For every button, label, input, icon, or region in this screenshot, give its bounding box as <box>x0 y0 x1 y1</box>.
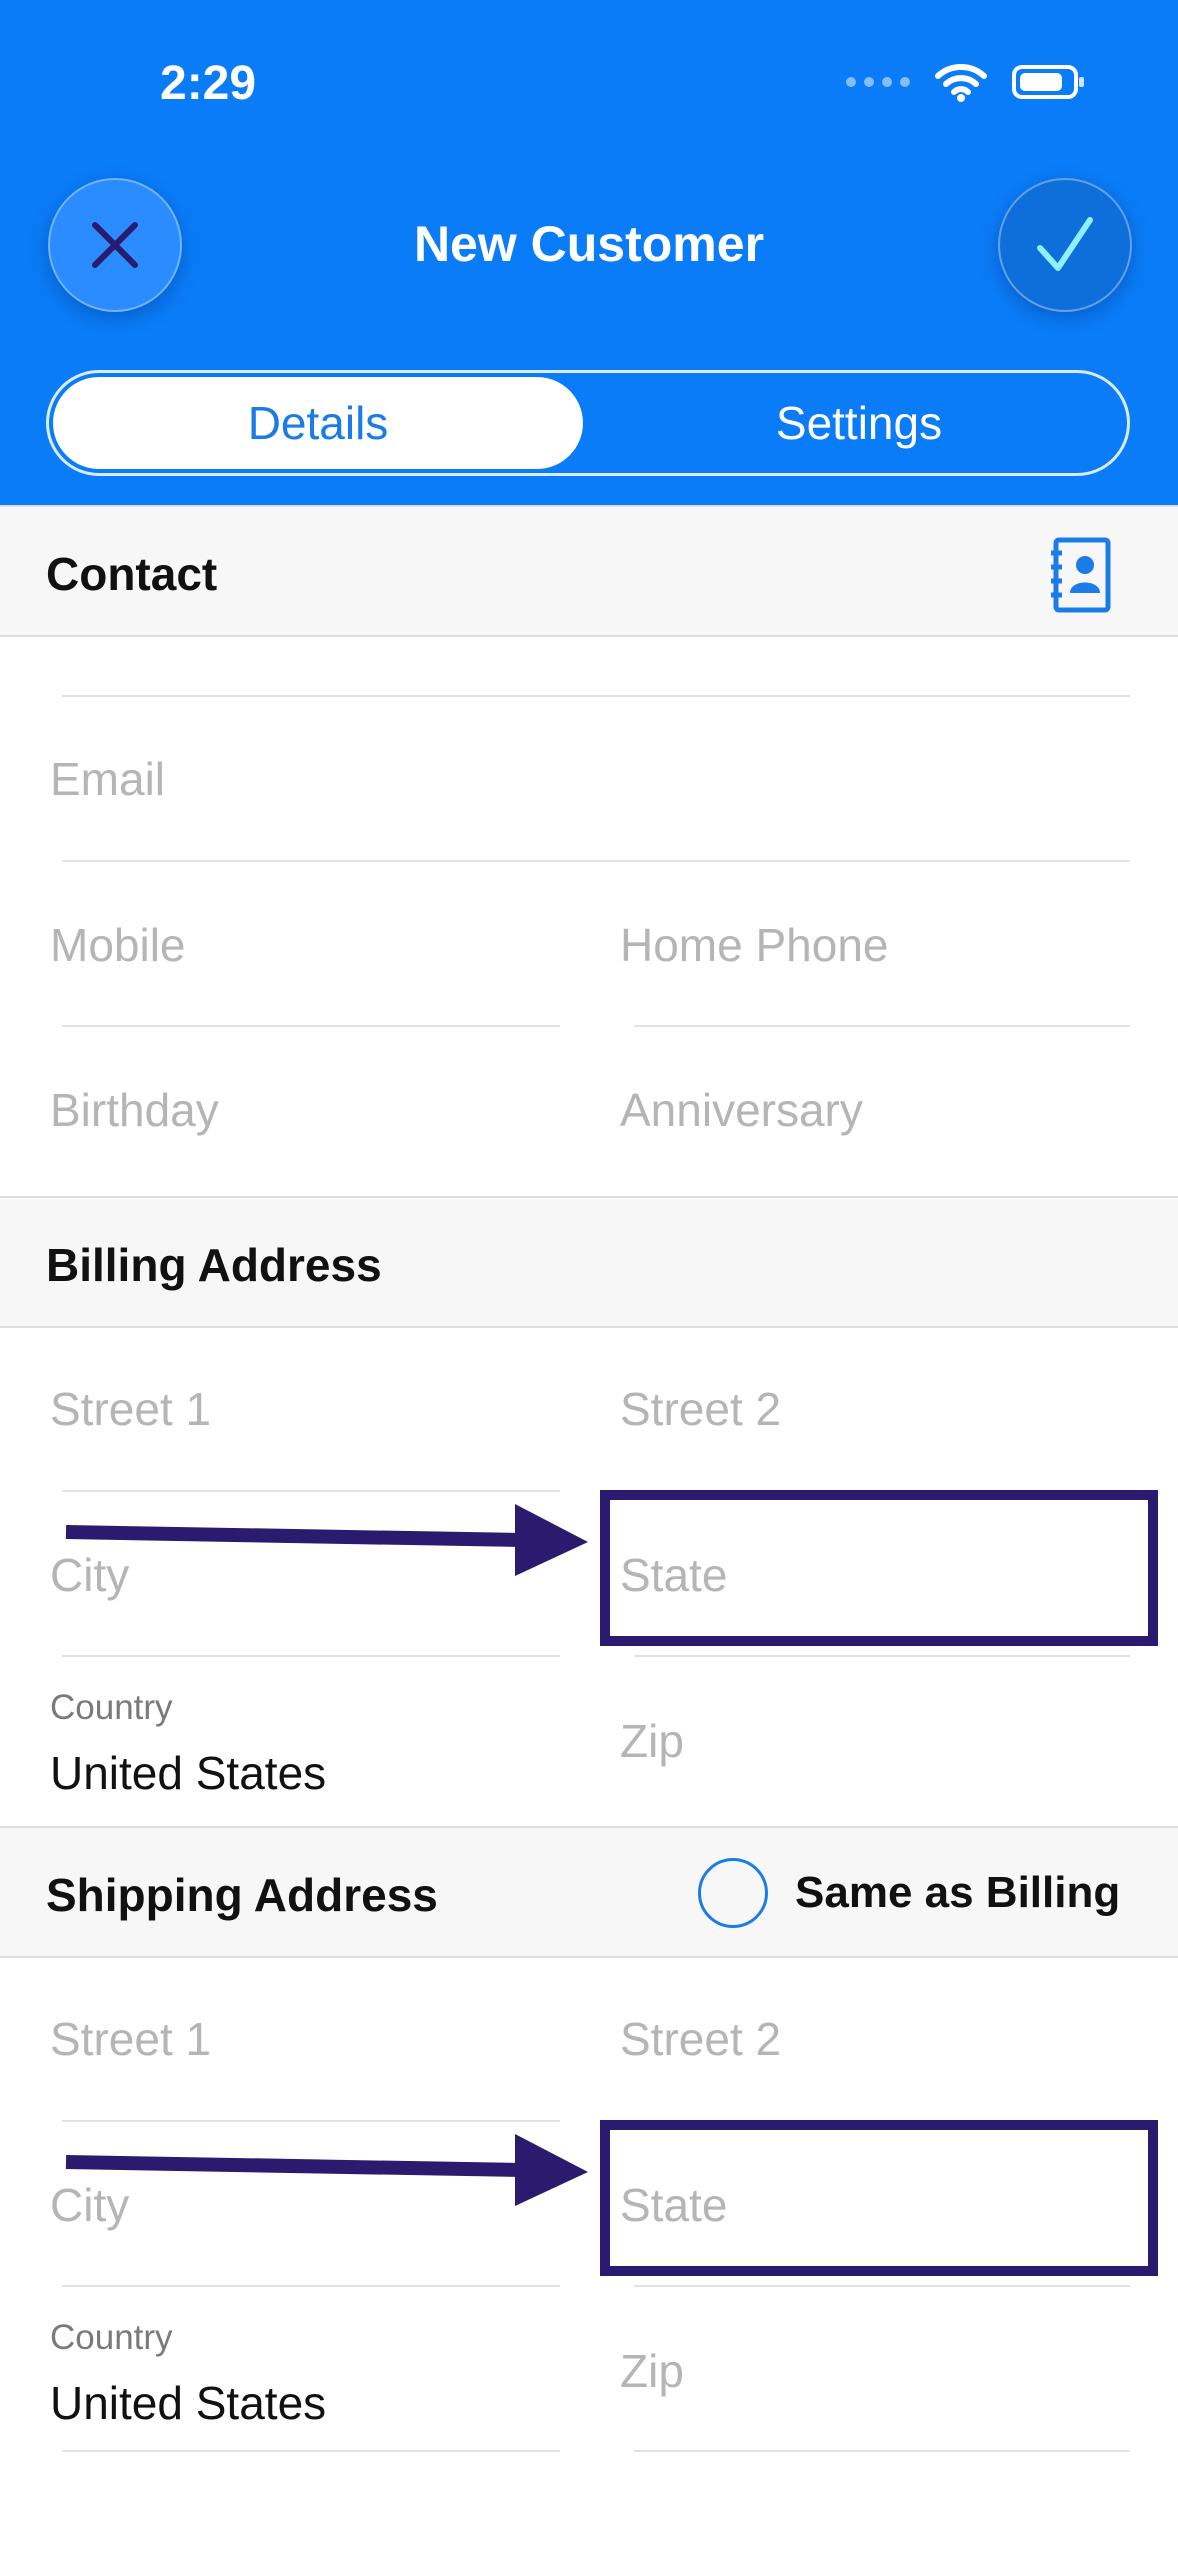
mobile-field[interactable]: Mobile <box>50 918 186 972</box>
signal-dots-icon <box>846 77 910 87</box>
shipping-section-header: Shipping Address Same as Billing <box>0 1826 1178 1958</box>
field-divider <box>62 2450 560 2452</box>
shipping-street1-field[interactable]: Street 1 <box>50 2012 211 2066</box>
shipping-zip-field[interactable]: Zip <box>620 2344 684 2398</box>
app-header: 2:29 New Customer Details Settings <box>0 0 1178 505</box>
same-as-billing-radio[interactable] <box>698 1858 768 1928</box>
billing-zip-field[interactable]: Zip <box>620 1714 684 1768</box>
annotation-box <box>600 2120 1158 2276</box>
shipping-section-title: Shipping Address <box>46 1869 438 1921</box>
home-phone-field[interactable]: Home Phone <box>620 918 889 972</box>
tab-settings[interactable]: Settings <box>589 373 1129 473</box>
field-divider <box>634 2285 1130 2287</box>
status-time: 2:29 <box>160 57 257 110</box>
field-divider <box>634 1025 1130 1027</box>
same-as-billing-label[interactable]: Same as Billing <box>795 1868 1120 1918</box>
field-divider <box>62 1490 560 1492</box>
field-divider <box>62 2285 560 2287</box>
anniversary-field[interactable]: Anniversary <box>620 1083 863 1137</box>
checkmark-icon <box>1037 217 1093 271</box>
annotation-box <box>600 1490 1158 1646</box>
billing-country-label: Country <box>50 1688 173 1727</box>
field-divider <box>62 2120 560 2122</box>
annotation-arrow-icon <box>65 1504 588 1576</box>
billing-section-title: Billing Address <box>46 1239 382 1291</box>
field-divider <box>62 1655 560 1657</box>
field-divider <box>62 1025 560 1027</box>
status-icons <box>846 62 1084 102</box>
contact-section-header: Contact <box>0 505 1178 637</box>
email-field[interactable]: Email <box>50 752 165 806</box>
shipping-country-label: Country <box>50 2318 173 2357</box>
field-divider <box>634 1655 1130 1657</box>
shipping-country-value[interactable]: United States <box>50 2376 326 2430</box>
field-divider <box>634 2450 1130 2452</box>
save-button[interactable] <box>998 178 1132 312</box>
billing-street1-field[interactable]: Street 1 <box>50 1382 211 1436</box>
shipping-street2-field[interactable]: Street 2 <box>620 2012 781 2066</box>
contact-section-title: Contact <box>46 548 218 600</box>
birthday-field[interactable]: Birthday <box>50 1083 219 1137</box>
billing-section-header: Billing Address <box>0 1196 1178 1328</box>
wifi-icon <box>935 64 987 102</box>
annotation-arrow-icon <box>65 2134 588 2206</box>
field-divider <box>62 860 1130 862</box>
segmented-control: Details Settings <box>46 370 1130 476</box>
tab-details[interactable]: Details <box>53 377 583 469</box>
billing-street2-field[interactable]: Street 2 <box>620 1382 781 1436</box>
contacts-book-icon[interactable] <box>1048 537 1112 613</box>
battery-icon <box>1012 65 1084 99</box>
billing-country-value[interactable]: United States <box>50 1746 326 1800</box>
field-divider <box>62 695 1130 697</box>
